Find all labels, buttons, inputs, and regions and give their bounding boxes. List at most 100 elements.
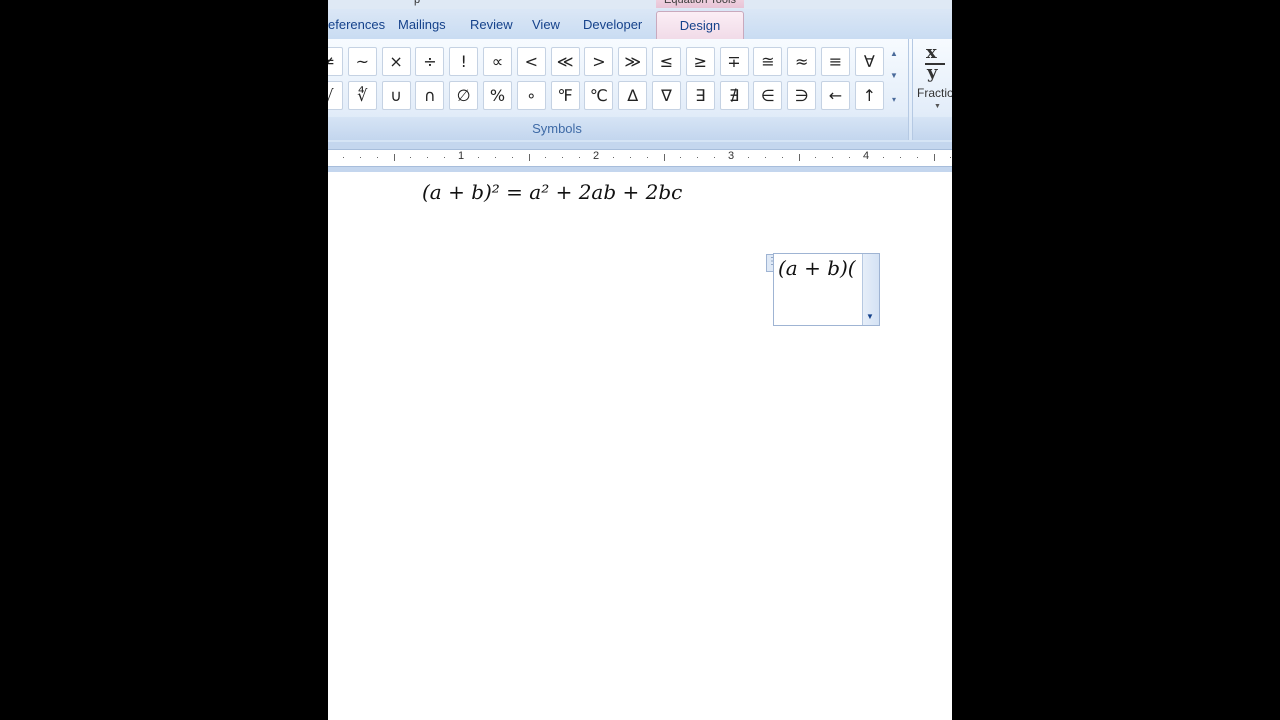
symbol-button[interactable]: ~ [347,47,377,76]
ruler-tick [798,154,800,161]
tab-mailings[interactable]: Mailings [398,17,446,32]
equation-2-input[interactable]: (𝑎 + 𝑏)( [778,256,856,280]
symbol-button[interactable]: ≅ [753,47,783,76]
ruler-tick [832,157,834,158]
horizontal-ruler[interactable]: 1 2 3 4 [328,142,952,172]
ruler-label: 2 [592,150,600,162]
ruler-tick [680,157,682,158]
ruler-tick [342,157,344,158]
equation-editor-box[interactable]: ⋮ (𝑎 + 𝑏)( ▼ [766,253,880,326]
symbol-button[interactable]: ∩ [415,81,445,110]
chevron-down-icon[interactable]: ▼ [934,103,941,110]
tab-design[interactable]: Design [656,11,744,39]
symbol-button[interactable]: ≥ [685,47,715,76]
ruler-label: 3 [727,150,735,162]
gallery-up-button[interactable]: ▲ [885,43,903,65]
symbol-button[interactable]: ∃ [685,81,715,110]
fraction-icon[interactable]: x y [923,42,951,83]
ruler-tick [663,154,665,161]
symbol-button[interactable]: ≈ [787,47,817,76]
symbol-button[interactable]: ∘ [516,81,546,110]
tab-view[interactable]: View [532,17,560,32]
gallery-more-button[interactable]: ▾ [885,89,903,111]
ruler-strip: 1 2 3 4 [328,149,952,167]
ribbon: ≠ ~ × ÷! ∝ < ≪ > ≫ ≤ ≥ ∓ ≅ ≈ ≡ ∀ √ ∜ ∪ ∩ ∅% ∘ ℉ ℃ ∆ ∇ ∃ ∄ ∈ ∋ ← ↑ ▲ ▼ … [328,39,952,143]
equation-move-handle[interactable]: ⋮ [766,254,777,272]
ruler-tick [916,157,918,158]
symbol-button[interactable]: ℃ [584,81,614,110]
symbol-button[interactable]: √ [328,81,343,110]
ruler-tick [545,157,547,158]
symbol-button[interactable]: ≡ [821,47,850,76]
ruler-tick [950,157,952,158]
ruler-tick [764,157,766,158]
word-window: p Equation Tools eferences Mailings Revi… [328,0,952,720]
ruler-tick [612,157,614,158]
symbol-button[interactable]: ≫ [618,47,648,76]
ruler-tick [579,157,581,158]
ruler-tick [629,157,631,158]
ruler-tick [849,157,851,158]
symbol-button[interactable]: > [584,47,614,76]
ruler-tick [427,157,429,158]
symbol-button[interactable]: ↑ [854,81,884,110]
ruler-tick [714,157,716,158]
symbol-button[interactable]: ≠ [328,47,343,76]
ruler-tick [781,157,783,158]
ruler-tick [477,157,479,158]
ruler-tick [494,157,496,158]
symbol-button[interactable]: ! [449,47,479,76]
ruler-tick [815,157,817,158]
symbol-button[interactable]: × [381,47,411,76]
symbol-button[interactable]: ∄ [719,81,749,110]
ruler-tick [393,154,395,161]
ruler-tick [899,157,901,158]
structures-group: x y Fraction ▼ [912,39,952,140]
symbol-button[interactable]: ÷ [415,47,445,76]
symbol-button[interactable]: ∈ [753,81,783,110]
ruler-tick [697,157,699,158]
fraction-button-label[interactable]: Fraction [917,86,952,100]
ribbon-tabs: eferences Mailings Review View Developer… [328,9,952,39]
ruler-tick [528,154,530,161]
ruler-tick [747,157,749,158]
symbols-group-label: Symbols [532,121,582,136]
symbol-button[interactable]: ∅ [449,81,479,110]
title-fragment: p [414,0,421,6]
ruler-tick [444,157,446,158]
equation-1[interactable]: (𝑎 + 𝑏)² = 𝑎² + 2𝑎𝑏 + 2𝑏𝑐 [422,180,682,204]
ruler-tick [410,157,412,158]
symbol-button[interactable]: ∓ [719,47,749,76]
ruler-label: 1 [457,150,465,162]
ruler-tick [511,157,513,158]
symbol-button[interactable]: ∋ [787,81,817,110]
tab-review[interactable]: Review [470,17,513,32]
symbol-button[interactable]: ℉ [550,81,580,110]
symbol-button[interactable]: ≪ [550,47,580,76]
tab-references[interactable]: eferences [328,17,385,32]
fraction-denominator: y [927,62,938,83]
fraction-numerator: x [926,42,937,63]
symbol-button[interactable]: < [516,47,546,76]
symbol-button[interactable]: ≤ [652,47,681,76]
chevron-down-icon[interactable]: ▼ [866,312,874,321]
symbol-button[interactable]: ∇ [652,81,681,110]
document-page[interactable]: (𝑎 + 𝑏)² = 𝑎² + 2𝑎𝑏 + 2𝑏𝑐 ⋮ (𝑎 + 𝑏)( ▼ [328,172,952,720]
symbol-button[interactable]: ← [821,81,850,110]
symbols-gallery-scroll: ▲ ▼ ▾ [885,43,903,113]
equation-options-bar[interactable]: ▼ [862,254,879,325]
symbol-button[interactable]: ∜ [347,81,377,110]
ruler-tick [562,157,564,158]
ruler-label: 4 [862,150,870,162]
symbol-button[interactable]: ∆ [618,81,648,110]
tab-developer[interactable]: Developer [583,17,642,32]
symbol-button[interactable]: % [483,81,512,110]
ruler-tick [646,157,648,158]
symbol-button[interactable]: ∝ [483,47,512,76]
symbol-button[interactable]: ∀ [854,47,884,76]
structures-group-footer [913,117,952,140]
ruler-tick [882,157,884,158]
symbol-button[interactable]: ∪ [381,81,411,110]
symbols-group: ≠ ~ × ÷! ∝ < ≪ > ≫ ≤ ≥ ∓ ≅ ≈ ≡ ∀ √ ∜ ∪ ∩ ∅% ∘ ℉ ℃ ∆ ∇ ∃ ∄ ∈ ∋ ← ↑ ▲ ▼ … [328,39,909,140]
gallery-down-button[interactable]: ▼ [885,65,903,87]
